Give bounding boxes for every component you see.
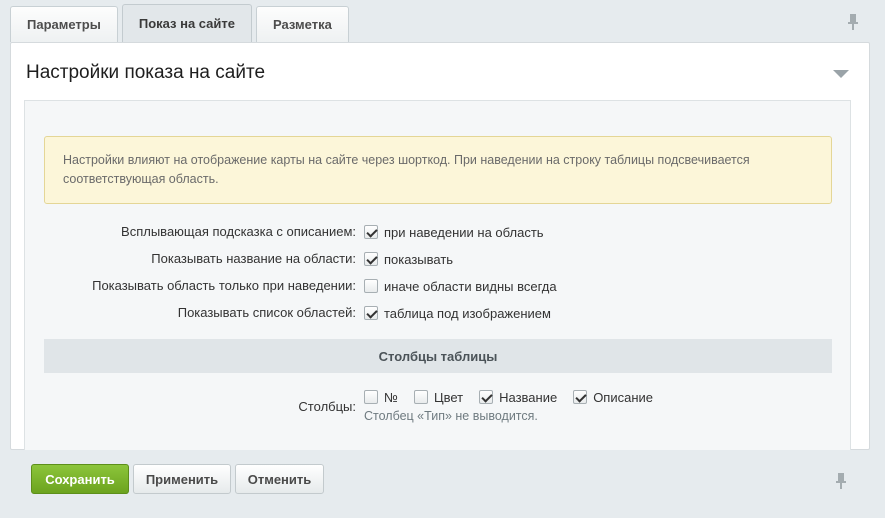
checkbox-label[interactable]: Название [499,390,557,405]
pin-icon[interactable] [834,472,848,490]
pin-icon[interactable] [846,13,860,31]
tab-bar: Параметры Показ на сайте Разметка [10,4,353,42]
checkbox-label[interactable]: Цвет [434,390,463,405]
setting-label: Показывать область только при наведении: [92,278,356,293]
column-number-checkbox[interactable] [364,390,378,404]
checkbox-label[interactable]: таблица под изображением [384,306,551,321]
setting-row-show-name: Показывать название на области: показыва… [25,249,852,269]
tab-site-display[interactable]: Показ на сайте [121,4,252,42]
tooltip-checkbox[interactable] [364,225,378,239]
checkbox-label[interactable]: иначе области видны всегда [384,279,557,294]
checkbox-label[interactable]: Описание [593,390,653,405]
tab-markup[interactable]: Разметка [256,6,349,42]
save-button[interactable]: Сохранить [31,464,129,494]
area-list-checkbox[interactable] [364,306,378,320]
chevron-down-icon[interactable] [833,70,849,78]
setting-row-tooltip: Всплывающая подсказка с описанием: при н… [25,222,852,242]
panel-body: Настройки влияют на отображение карты на… [24,100,851,450]
setting-row-hover-only: Показывать область только при наведении:… [25,276,852,296]
checkbox-label[interactable]: показывать [384,252,453,267]
columns-section-header: Столбцы таблицы [44,339,832,373]
columns-label: Столбцы: [298,399,356,414]
setting-label: Показывать название на области: [151,251,356,266]
apply-button[interactable]: Применить [133,464,231,494]
checkbox-label[interactable]: при наведении на область [384,225,544,240]
settings-panel: Настройки показа на сайте Настройки влия… [10,42,870,450]
checkbox-label[interactable]: № [384,390,398,405]
setting-label: Всплывающая подсказка с описанием: [121,224,356,239]
column-name-checkbox[interactable] [479,390,494,404]
show-name-checkbox[interactable] [364,252,378,266]
setting-label: Показывать список областей: [177,305,356,320]
columns-row: Столбцы: № Цвет Название Описание [25,387,852,415]
columns-hint: Столбец «Тип» не выводится. [364,409,538,423]
panel-title: Настройки показа на сайте [26,62,266,83]
hover-only-checkbox[interactable] [364,279,378,293]
info-notice: Настройки влияют на отображение карты на… [44,136,832,204]
column-color-checkbox[interactable] [413,390,428,404]
column-description-checkbox[interactable] [573,390,588,404]
cancel-button[interactable]: Отменить [235,464,324,494]
tab-parameters[interactable]: Параметры [10,6,118,42]
setting-row-area-list: Показывать список областей: таблица под … [25,303,852,323]
